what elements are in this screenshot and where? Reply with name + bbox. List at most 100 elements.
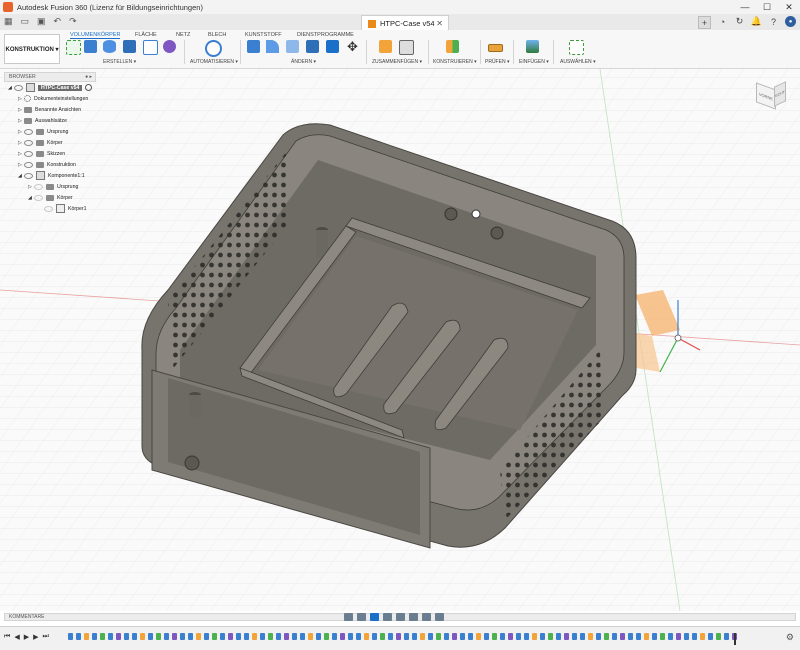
- tree-item-auswahlsaetze[interactable]: ▷ Auswahlsätze: [4, 115, 96, 126]
- timeline-feature-icon[interactable]: [700, 633, 705, 640]
- timeline-feature-icon[interactable]: [84, 633, 89, 640]
- timeline-feature-icon[interactable]: [292, 633, 297, 640]
- close-tab-icon[interactable]: ✕: [436, 19, 443, 28]
- timeline-feature-icon[interactable]: [140, 633, 145, 640]
- timeline-feature-icon[interactable]: [492, 633, 497, 640]
- zusammenfuegen-menu[interactable]: ZUSAMMENFÜGEN: [372, 59, 422, 65]
- look-at-icon[interactable]: [357, 613, 366, 621]
- timeline-feature-icon[interactable]: [692, 633, 697, 640]
- timeline-feature-icon[interactable]: [724, 633, 729, 640]
- view-cube-right[interactable]: RECHTS: [774, 81, 786, 107]
- timeline-feature-icon[interactable]: [68, 633, 73, 640]
- timeline-feature-icon[interactable]: [516, 633, 521, 640]
- timeline-feature-icon[interactable]: [588, 633, 593, 640]
- grid-settings-icon[interactable]: [422, 613, 431, 621]
- undo-icon[interactable]: ↶: [54, 16, 62, 27]
- display-settings-icon[interactable]: [409, 613, 418, 621]
- as-built-joint-icon[interactable]: [399, 40, 414, 55]
- chamfer-icon[interactable]: [286, 40, 299, 53]
- timeline-feature-icon[interactable]: [460, 633, 465, 640]
- einfuegen-menu[interactable]: EINFÜGEN: [519, 59, 549, 65]
- activate-radio-icon[interactable]: [85, 84, 93, 91]
- insert-image-icon[interactable]: [526, 40, 539, 53]
- timeline-feature-icon[interactable]: [476, 633, 481, 640]
- tree-item-dokumenteinstellungen[interactable]: ▷ Dokumenteinstellungen: [4, 93, 96, 104]
- timeline-feature-icon[interactable]: [308, 633, 313, 640]
- tree-item-koerper[interactable]: ▷ Körper: [4, 137, 96, 148]
- timeline-feature-icon[interactable]: [612, 633, 617, 640]
- measure-icon[interactable]: [488, 44, 503, 52]
- browser-collapse-icon[interactable]: ● ▸: [85, 74, 92, 80]
- aendern-menu[interactable]: ÄNDERN: [291, 59, 316, 65]
- save-icon[interactable]: ▣: [37, 16, 46, 27]
- pan-icon[interactable]: [370, 613, 379, 621]
- timeline-feature-icon[interactable]: [468, 633, 473, 640]
- timeline-feature-icon[interactable]: [548, 633, 553, 640]
- move-icon[interactable]: ✥: [346, 40, 359, 53]
- timeline-feature-icon[interactable]: [228, 633, 233, 640]
- timeline-feature-icon[interactable]: [604, 633, 609, 640]
- timeline-feature-icon[interactable]: [164, 633, 169, 640]
- tree-item-komponente-ursprung[interactable]: ▷ Ursprung: [4, 181, 96, 192]
- automate-icon[interactable]: [205, 40, 222, 57]
- tab-htpc-case[interactable]: HTPC-Case v54 ✕: [361, 15, 449, 31]
- extrude-icon[interactable]: [103, 40, 116, 53]
- timeline-feature-icon[interactable]: [660, 633, 665, 640]
- model-canvas[interactable]: [0, 69, 800, 611]
- create-sketch-icon[interactable]: [84, 40, 97, 53]
- timeline-feature-icon[interactable]: [348, 633, 353, 640]
- timeline-feature-icon[interactable]: [412, 633, 417, 640]
- timeline-feature-icon[interactable]: [212, 633, 217, 640]
- timeline-feature-icon[interactable]: [284, 633, 289, 640]
- 3d-viewport[interactable]: VORNE RECHTS: [0, 69, 800, 611]
- play-icon[interactable]: ▶: [24, 633, 29, 641]
- tab-blech[interactable]: BLECH: [208, 32, 226, 38]
- shell-icon[interactable]: [306, 40, 319, 53]
- timeline-feature-icon[interactable]: [332, 633, 337, 640]
- timeline-feature-icon[interactable]: [196, 633, 201, 640]
- timeline-feature-icon[interactable]: [628, 633, 633, 640]
- zoom-icon[interactable]: [383, 613, 392, 621]
- tree-root[interactable]: ◢ HTPC-Case v54: [4, 82, 96, 93]
- timeline-feature-icon[interactable]: [252, 633, 257, 640]
- tree-item-konstruktion[interactable]: ▷ Konstruktion: [4, 159, 96, 170]
- tab-dienstprogramme[interactable]: DIENSTPROGRAMME: [297, 32, 354, 38]
- erstellen-menu[interactable]: ERSTELLEN: [103, 59, 136, 65]
- timeline-feature-icon[interactable]: [596, 633, 601, 640]
- timeline-feature-icon[interactable]: [340, 633, 345, 640]
- timeline-feature-icon[interactable]: [132, 633, 137, 640]
- new-tab-icon[interactable]: +: [698, 16, 711, 29]
- help-icon[interactable]: ?: [768, 16, 779, 27]
- timeline-feature-icon[interactable]: [452, 633, 457, 640]
- timeline-feature-icon[interactable]: [556, 633, 561, 640]
- extensions-icon[interactable]: ◔: [717, 16, 728, 27]
- pruefen-menu[interactable]: PRÜFEN: [485, 59, 509, 65]
- orbit-icon[interactable]: [344, 613, 353, 621]
- timeline-feature-icon[interactable]: [388, 633, 393, 640]
- timeline-feature-icon[interactable]: [524, 633, 529, 640]
- combine-icon[interactable]: [326, 40, 339, 53]
- tree-item-ursprung[interactable]: ▷ Ursprung: [4, 126, 96, 137]
- timeline-feature-icon[interactable]: [652, 633, 657, 640]
- timeline-feature-icon[interactable]: [436, 633, 441, 640]
- select-icon[interactable]: [569, 40, 584, 55]
- timeline-feature-icon[interactable]: [300, 633, 305, 640]
- fit-icon[interactable]: [396, 613, 405, 621]
- sweep-icon[interactable]: [143, 40, 158, 55]
- fillet-icon[interactable]: [266, 40, 279, 53]
- step-back-icon[interactable]: ◀: [14, 633, 19, 641]
- timeline-feature-icon[interactable]: [180, 633, 185, 640]
- tree-item-komponente-koerper[interactable]: ◢ Körper: [4, 192, 96, 203]
- timeline-feature-icon[interactable]: [564, 633, 569, 640]
- tab-volumenkoerper[interactable]: VOLUMENKÖRPER: [70, 32, 121, 39]
- timeline-feature-icon[interactable]: [540, 633, 545, 640]
- timeline-feature-icon[interactable]: [500, 633, 505, 640]
- offset-plane-icon[interactable]: [446, 40, 459, 53]
- view-cube-front[interactable]: VORNE: [756, 82, 776, 110]
- timeline-feature-icon[interactable]: [276, 633, 281, 640]
- visibility-eye-icon[interactable]: [14, 84, 23, 91]
- tab-kunststoff[interactable]: KUNSTSTOFF: [245, 32, 282, 38]
- tree-item-komponente[interactable]: ◢ Komponente1:1: [4, 170, 96, 181]
- timeline-marker[interactable]: [734, 633, 736, 645]
- timeline-feature-icon[interactable]: [92, 633, 97, 640]
